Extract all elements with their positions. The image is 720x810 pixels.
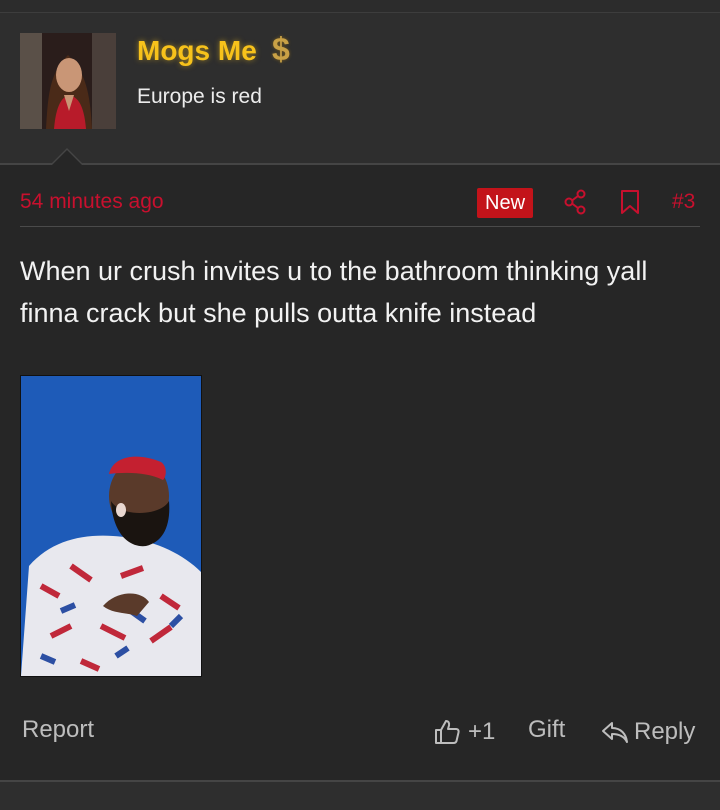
header-pointer [50, 148, 84, 165]
new-badge: New [477, 188, 534, 218]
post-body-text: When ur crush invites u to the bathroom … [20, 256, 648, 328]
next-post-edge [0, 782, 720, 810]
reply-icon [602, 722, 628, 743]
post-image-attachment[interactable] [20, 375, 202, 677]
post-number[interactable]: #3 [672, 190, 695, 214]
gift-link[interactable]: Gift [528, 716, 565, 744]
post-footer: Report +1 Gift Reply [20, 712, 700, 752]
attachment-image [21, 376, 201, 676]
reply-label: Reply [634, 718, 696, 745]
like-count: +1 [468, 718, 496, 745]
post-user-header: Mogs Me $ Europe is red [0, 13, 720, 165]
previous-post-edge [0, 0, 720, 13]
user-title: Europe is red [137, 85, 262, 108]
like-button[interactable]: +1 [432, 714, 495, 750]
post-meta-row: 54 minutes ago New #3 [20, 186, 700, 227]
thumbs-up-icon [435, 720, 460, 744]
avatar[interactable] [20, 33, 116, 129]
share-icon[interactable] [563, 188, 587, 216]
bookmark-icon[interactable] [618, 188, 642, 216]
report-link[interactable]: Report [22, 716, 94, 744]
dollar-icon: $ [272, 31, 290, 67]
reply-button[interactable]: Reply [600, 714, 695, 750]
avatar-image [20, 33, 116, 129]
post-timestamp[interactable]: 54 minutes ago [20, 190, 164, 214]
username[interactable]: Mogs Me [137, 35, 257, 67]
